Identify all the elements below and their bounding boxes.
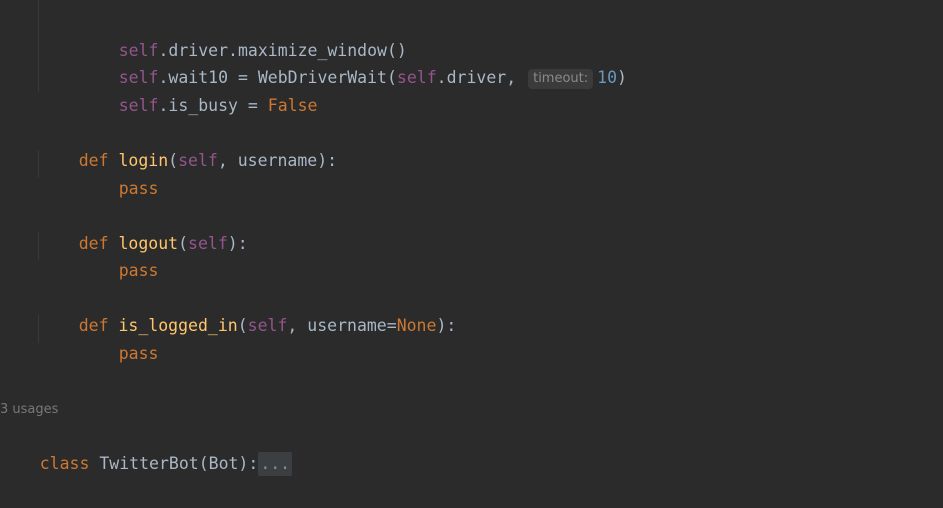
- code-text: (: [237, 316, 248, 335]
- code-line-maximize[interactable]: self.driver.maximize_window(): [79, 12, 407, 60]
- pass-keyword: pass: [118, 344, 159, 363]
- code-text: ):: [227, 234, 248, 253]
- code-text: , username=: [287, 316, 397, 335]
- code-editor[interactable]: self.driver.maximize_window() self.wait1…: [0, 0, 943, 508]
- code-line-class-twitterbot[interactable]: class TwitterBot(Bot):...: [0, 425, 293, 476]
- pass-keyword: pass: [118, 261, 159, 280]
- self-token: self: [188, 234, 228, 253]
- code-text: (: [178, 234, 189, 253]
- class-name: TwitterBot(Bot):: [99, 454, 259, 473]
- indent-guide: [38, 0, 39, 92]
- code-line-def-logout[interactable]: def logout(self):: [39, 205, 248, 253]
- folded-code-placeholder[interactable]: ...: [258, 452, 293, 476]
- code-line-wait[interactable]: self.wait10 = WebDriverWait(self.driver,…: [79, 39, 627, 89]
- code-text: .is_busy =: [158, 96, 268, 115]
- self-token: self: [247, 316, 288, 335]
- self-token: self: [118, 96, 159, 115]
- code-line-def-login[interactable]: def login(self, username):: [39, 122, 337, 170]
- pass-keyword: pass: [118, 179, 159, 198]
- code-line-is-busy[interactable]: self.is_busy = False: [79, 67, 318, 115]
- code-text: , username):: [217, 151, 338, 170]
- self-token: self: [178, 151, 218, 170]
- usages-hint[interactable]: 3 usages: [0, 401, 58, 419]
- code-text: ): [617, 68, 627, 87]
- code-line-pass[interactable]: pass: [79, 315, 159, 363]
- class-keyword: class: [39, 454, 90, 473]
- code-line-def-is-logged-in[interactable]: def is_logged_in(self, username=None):: [39, 287, 457, 335]
- code-text: ):: [436, 316, 457, 335]
- code-line-pass[interactable]: pass: [79, 150, 159, 198]
- self-token: self: [396, 68, 437, 87]
- none-literal: None: [396, 316, 437, 335]
- code-text: .driver,: [436, 68, 517, 87]
- number-literal: 10: [597, 68, 618, 87]
- code-line-pass[interactable]: pass: [79, 232, 159, 280]
- code-text: (: [168, 151, 179, 170]
- parameter-hint: timeout:: [528, 69, 594, 89]
- bool-literal: False: [267, 96, 318, 115]
